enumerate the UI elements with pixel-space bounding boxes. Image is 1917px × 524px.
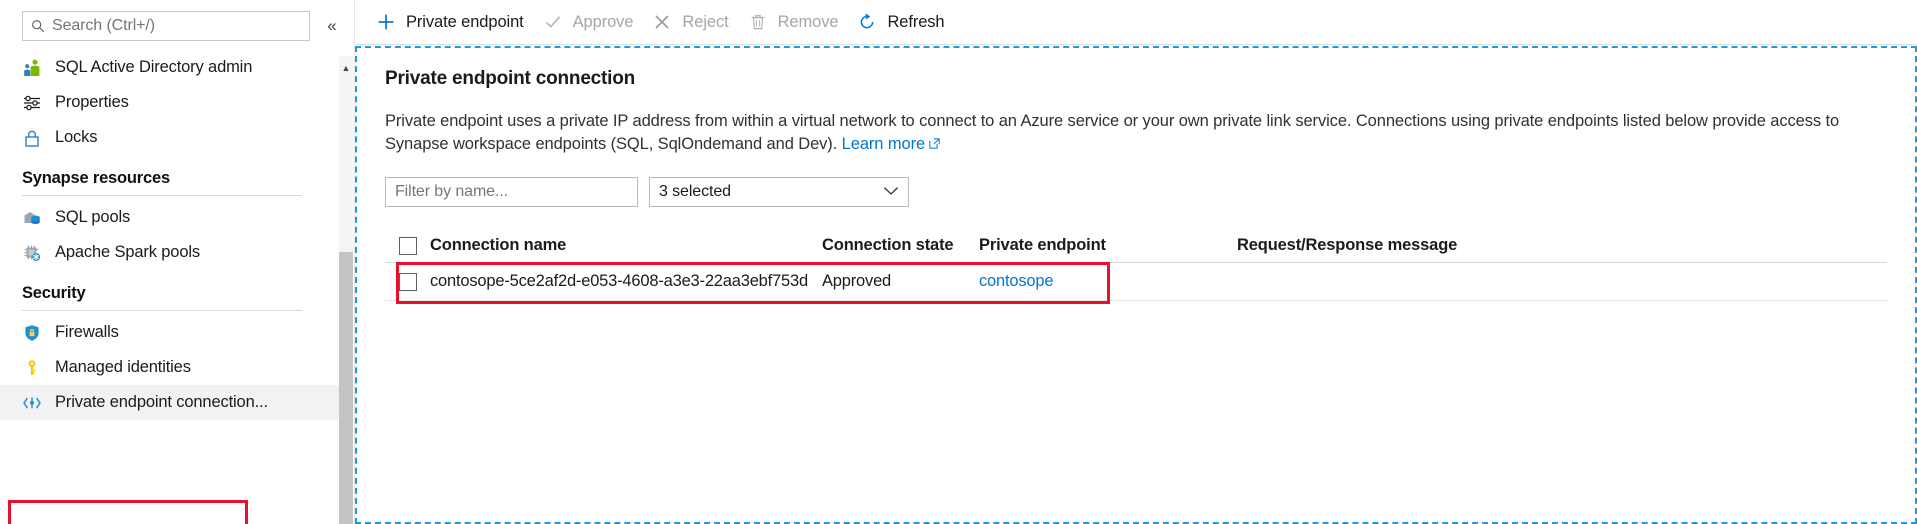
x-icon xyxy=(651,11,673,33)
page-title: Private endpoint connection xyxy=(385,68,636,89)
cell-connection-state: Approved xyxy=(822,272,892,290)
main-content: Private endpoint Approve Reject Remove R… xyxy=(355,0,1917,524)
toolbar-button-label: Remove xyxy=(777,12,839,31)
plus-icon xyxy=(375,11,397,33)
row-select-cell xyxy=(385,272,430,291)
filter-by-name-input[interactable]: Filter by name... xyxy=(385,177,638,207)
select-all-cell xyxy=(385,236,430,255)
sidebar-item-label: Managed identities xyxy=(55,358,191,376)
sidebar-group-security: Security xyxy=(0,270,354,311)
remove-button[interactable]: Remove xyxy=(743,0,853,44)
table-header-row: Connection name Connection state Private… xyxy=(385,229,1887,263)
column-header-request-response-message[interactable]: Request/Response message xyxy=(1237,236,1887,255)
sidebar-item-label: Firewalls xyxy=(55,323,119,341)
search-icon xyxy=(31,19,45,33)
column-header-private-endpoint[interactable]: Private endpoint xyxy=(979,236,1237,255)
reject-button[interactable]: Reject xyxy=(647,0,742,44)
sidebar-item-firewalls[interactable]: Firewalls xyxy=(0,315,354,350)
sidebar-item-label: SQL pools xyxy=(55,208,131,226)
active-directory-admin-icon xyxy=(22,58,42,78)
selected-item-highlight-box xyxy=(8,500,248,524)
divider xyxy=(22,310,302,311)
row-checkbox[interactable] xyxy=(399,272,417,291)
toolbar-button-label: Private endpoint xyxy=(406,12,524,31)
column-header-connection-name[interactable]: Connection name xyxy=(430,236,822,255)
sidebar-search-row: Search (Ctrl+/) « xyxy=(0,0,354,50)
select-value: 3 selected xyxy=(659,183,731,200)
sidebar-group-synapse-resources: Synapse resources xyxy=(0,155,354,196)
sidebar-item-label: Locks xyxy=(55,128,98,146)
external-link-icon xyxy=(928,134,941,149)
shield-lock-icon xyxy=(22,323,42,343)
approve-button[interactable]: Approve xyxy=(538,0,648,44)
azure-portal-screen: Search (Ctrl+/) « SQL Active Directory a… xyxy=(0,0,1917,524)
refresh-button[interactable]: Refresh xyxy=(852,0,958,44)
private-endpoint-panel: Private endpoint connection Private endp… xyxy=(355,46,1917,524)
sidebar-group-title: Synapse resources xyxy=(22,169,170,187)
sidebar-item-managed-identities[interactable]: Managed identities xyxy=(0,350,354,385)
filter-row: Filter by name... 3 selected xyxy=(385,177,1887,207)
connections-table: Connection name Connection state Private… xyxy=(385,229,1887,304)
panel-description: Private endpoint uses a private IP addre… xyxy=(385,110,1887,156)
private-endpoint-icon xyxy=(22,393,42,413)
toolbar-button-label: Approve xyxy=(572,12,634,31)
scroll-up-arrow-icon[interactable]: ▲ xyxy=(339,62,353,74)
sidebar-item-locks[interactable]: Locks xyxy=(0,120,354,155)
create-private-endpoint-button[interactable]: Private endpoint xyxy=(371,0,538,44)
sidebar-scrollbar[interactable]: ▲ xyxy=(339,56,353,524)
connection-state-select[interactable]: 3 selected xyxy=(649,177,909,207)
cell-connection-name: contosope-5ce2af2d-e053-4608-a3e3-22aa3e… xyxy=(430,272,808,290)
private-endpoint-link[interactable]: contosope xyxy=(979,272,1054,290)
cell-private-endpoint: contosope xyxy=(979,272,1237,291)
sidebar-item-label: Private endpoint connection... xyxy=(55,393,268,411)
sidebar-item-sql-pools[interactable]: SQL pools xyxy=(0,200,354,235)
sidebar-group-title: Security xyxy=(22,284,86,302)
chevron-down-icon xyxy=(883,185,899,199)
scrollbar-thumb[interactable] xyxy=(339,252,353,524)
search-input[interactable]: Search (Ctrl+/) xyxy=(22,11,310,41)
description-text: Private endpoint uses a private IP addre… xyxy=(385,112,1840,153)
sidebar-nav: SQL Active Directory admin Properties Lo… xyxy=(0,50,354,524)
trash-icon xyxy=(747,11,769,33)
sql-pools-icon xyxy=(22,208,42,228)
command-toolbar: Private endpoint Approve Reject Remove R… xyxy=(355,0,1917,45)
search-placeholder: Search (Ctrl+/) xyxy=(52,17,155,34)
sidebar-item-apache-spark-pools[interactable]: Apache Spark pools xyxy=(0,235,354,270)
key-icon xyxy=(22,358,42,378)
column-header-connection-state[interactable]: Connection state xyxy=(822,236,979,255)
table-row[interactable]: contosope-5ce2af2d-e053-4608-a3e3-22aa3e… xyxy=(385,263,1887,301)
sidebar-item-label: SQL Active Directory admin xyxy=(55,58,253,76)
lock-icon xyxy=(22,128,42,148)
learn-more-link[interactable]: Learn more xyxy=(842,135,925,153)
sidebar-item-label: Apache Spark pools xyxy=(55,243,200,261)
select-all-checkbox[interactable] xyxy=(399,236,417,255)
divider xyxy=(22,195,302,196)
sidebar-item-sql-active-directory-admin[interactable]: SQL Active Directory admin xyxy=(0,50,354,85)
properties-sliders-icon xyxy=(22,93,42,113)
collapse-sidebar-button[interactable]: « xyxy=(320,14,344,38)
toolbar-button-label: Reject xyxy=(682,12,729,31)
sidebar-item-label: Properties xyxy=(55,93,129,111)
sidebar-item-properties[interactable]: Properties xyxy=(0,85,354,120)
toolbar-button-label: Refresh xyxy=(887,12,945,31)
sidebar: Search (Ctrl+/) « SQL Active Directory a… xyxy=(0,0,355,524)
refresh-icon xyxy=(856,11,878,33)
check-icon xyxy=(542,11,564,33)
sidebar-item-private-endpoint-connections[interactable]: Private endpoint connection... xyxy=(0,385,354,420)
apache-spark-pools-icon xyxy=(22,243,42,263)
